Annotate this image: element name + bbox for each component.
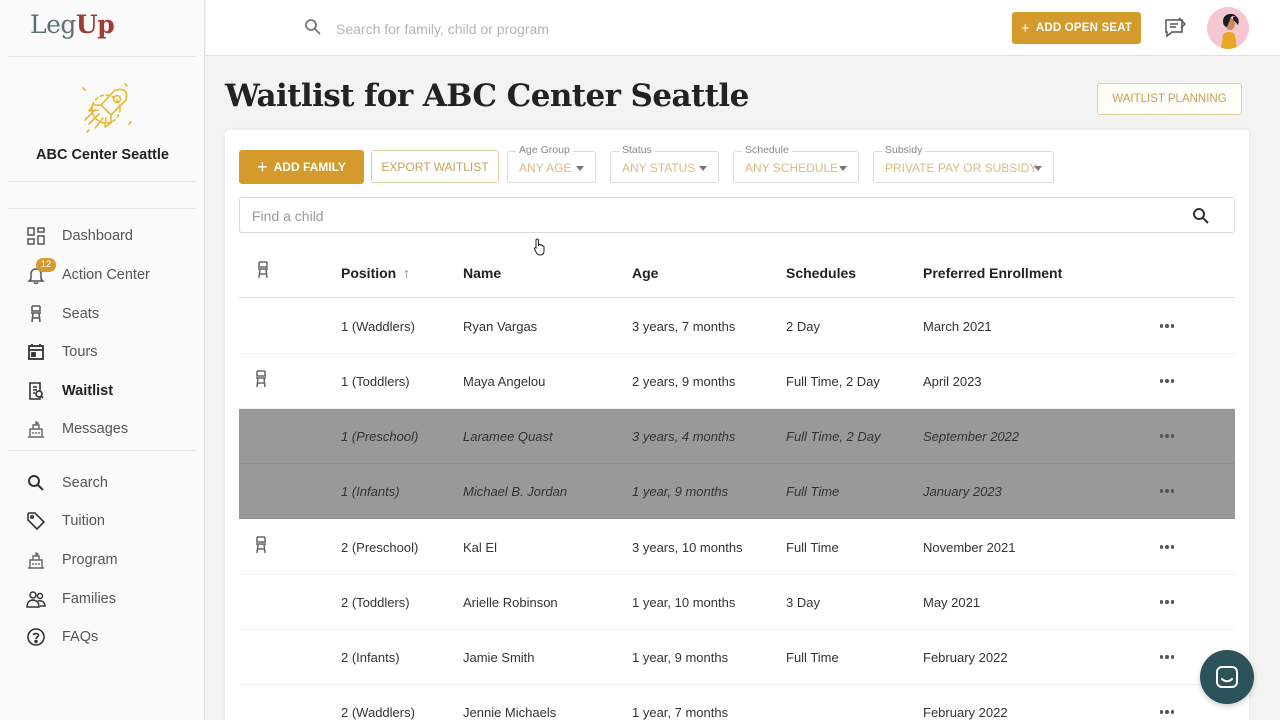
export-waitlist-button[interactable]: EXPORT WAITLIST xyxy=(371,150,499,183)
caret-down-icon xyxy=(1034,166,1042,171)
row-menu-icon[interactable] xyxy=(1155,426,1179,446)
schedule-filter[interactable]: Schedule ANY SCHEDULE xyxy=(733,144,859,183)
row-menu-icon[interactable] xyxy=(1155,316,1179,336)
waitlist-icon xyxy=(26,381,46,401)
row-menu-icon[interactable] xyxy=(1155,371,1179,391)
find-child-field xyxy=(239,197,1235,233)
row-menu-icon[interactable] xyxy=(1155,537,1179,557)
table-row[interactable]: 2 (Waddlers) Jennie Michaels 1 year, 7 m… xyxy=(239,685,1235,720)
sidebar-item-waitlist[interactable]: Waitlist xyxy=(0,373,205,409)
sidebar-item-seats[interactable]: Seats xyxy=(0,296,205,332)
program-icon xyxy=(26,550,46,570)
sidebar-item-families[interactable]: Families xyxy=(0,581,205,617)
add-open-seat-button[interactable]: + ADD OPEN SEAT xyxy=(1012,12,1141,44)
caret-down-icon xyxy=(699,166,707,171)
sidebar-item-faqs[interactable]: FAQs xyxy=(0,619,205,655)
column-name[interactable]: Name xyxy=(463,265,501,281)
sidebar-item-program[interactable]: Program xyxy=(0,542,205,578)
families-icon xyxy=(26,589,46,609)
sidebar: LegUp ABC Center Seattle Dashboard 12 Ac… xyxy=(0,0,205,720)
plus-icon: + xyxy=(1020,19,1030,37)
status-filter[interactable]: Status ANY STATUS xyxy=(610,144,719,183)
hand-cursor-icon xyxy=(533,238,545,256)
app-root: LegUp ABC Center Seattle Dashboard 12 Ac… xyxy=(0,0,1280,720)
find-child-input[interactable] xyxy=(252,206,1152,226)
table-row-highlighted[interactable]: 1 (Infants) Michael B. Jordan 1 year, 9 … xyxy=(239,464,1235,519)
plus-icon: + xyxy=(257,157,268,177)
seat-icon xyxy=(26,304,46,324)
table-header: Position ↑ Name Age Schedules Preferred … xyxy=(239,246,1235,298)
search-icon xyxy=(305,19,321,35)
column-position[interactable]: Position ↑ xyxy=(341,265,410,281)
table-row[interactable]: 2 (Preschool) Kal El 3 years, 10 months … xyxy=(239,520,1235,575)
row-menu-icon[interactable] xyxy=(1155,702,1179,720)
brand-logo[interactable]: LegUp xyxy=(30,10,115,46)
add-family-button[interactable]: + ADD FAMILY xyxy=(239,150,364,184)
waitlist-planning-button[interactable]: WAITLIST PLANNING xyxy=(1097,83,1242,115)
calendar-icon xyxy=(26,342,46,362)
sidebar-item-action-center[interactable]: 12 Action Center xyxy=(0,257,205,293)
help-icon xyxy=(26,627,46,647)
seat-icon xyxy=(256,370,266,388)
column-age[interactable]: Age xyxy=(632,265,658,281)
sidebar-item-messages[interactable]: Messages xyxy=(0,411,205,447)
chat-icon xyxy=(1216,666,1238,688)
notification-badge: 12 xyxy=(36,258,56,272)
row-menu-icon[interactable] xyxy=(1155,481,1179,501)
search-icon xyxy=(26,473,46,493)
sidebar-divider xyxy=(8,450,197,451)
seat-icon xyxy=(258,261,268,279)
table-row[interactable]: 1 (Toddlers) Maya Angelou 2 years, 9 mon… xyxy=(239,354,1235,409)
subsidy-filter[interactable]: Subsidy PRIVATE PAY OR SUBSIDY xyxy=(873,144,1054,183)
sort-ascending-icon: ↑ xyxy=(403,265,411,281)
table-row[interactable]: 1 (Waddlers) Ryan Vargas 3 years, 7 mont… xyxy=(239,299,1235,354)
sidebar-divider xyxy=(8,56,196,57)
sidebar-item-dashboard[interactable]: Dashboard xyxy=(0,218,205,254)
table-row[interactable]: 2 (Toddlers) Arielle Robinson 1 year, 10… xyxy=(239,575,1235,630)
top-bar: + ADD OPEN SEAT xyxy=(206,0,1280,56)
sidebar-item-tuition[interactable]: Tuition xyxy=(0,503,205,539)
age-group-filter[interactable]: Age Group ANY AGE xyxy=(507,144,596,183)
sidebar-item-tours[interactable]: Tours xyxy=(0,334,205,370)
sidebar-item-search[interactable]: Search xyxy=(0,465,205,501)
rocket-logo-icon xyxy=(82,83,132,133)
messages-icon[interactable] xyxy=(1164,17,1186,39)
caret-down-icon xyxy=(576,166,584,171)
row-menu-icon[interactable] xyxy=(1155,592,1179,612)
table-row[interactable]: 2 (Infants) Jamie Smith 1 year, 9 months… xyxy=(239,630,1235,685)
sidebar-divider xyxy=(8,181,196,182)
search-icon[interactable] xyxy=(1192,207,1210,225)
global-search-input[interactable] xyxy=(336,18,736,40)
sidebar-divider xyxy=(8,208,196,209)
dashboard-icon xyxy=(26,226,46,246)
chat-launcher-button[interactable] xyxy=(1200,650,1254,704)
table-row-highlighted[interactable]: 1 (Preschool) Laramee Quast 3 years, 4 m… xyxy=(239,409,1235,464)
page-title: Waitlist for ABC Center Seattle xyxy=(225,78,749,114)
seat-icon xyxy=(256,536,266,554)
column-preferred-enrollment[interactable]: Preferred Enrollment xyxy=(923,265,1062,281)
column-schedules[interactable]: Schedules xyxy=(786,265,856,281)
caret-down-icon xyxy=(839,166,847,171)
building-icon xyxy=(26,419,46,439)
row-menu-icon[interactable] xyxy=(1155,647,1179,667)
center-name: ABC Center Seattle xyxy=(36,147,169,163)
tag-icon xyxy=(26,511,46,531)
user-avatar[interactable] xyxy=(1207,7,1249,49)
